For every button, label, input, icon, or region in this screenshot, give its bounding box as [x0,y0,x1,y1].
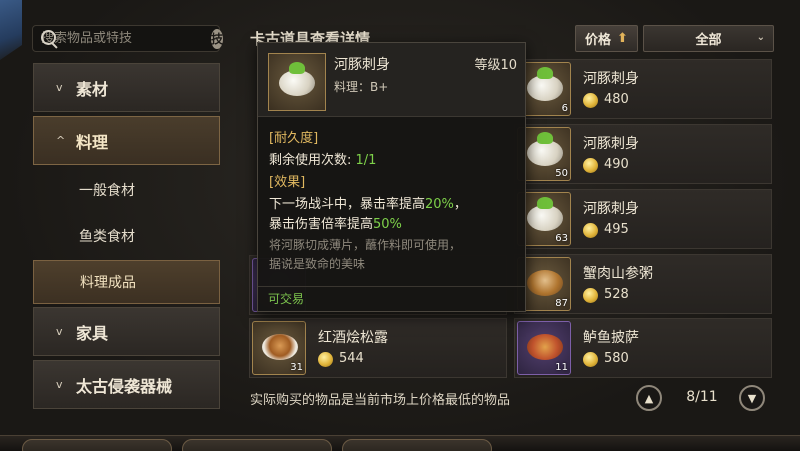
pufferfish-sashimi-icon [527,132,563,166]
tooltip-item-name: 河豚刺身 [334,57,390,73]
pufferfish-sashimi-icon [527,67,563,101]
item-quantity: 6 [561,103,568,114]
description-line: 据说是致命的美味 [269,257,366,271]
item-tooltip: 河豚刺身 等级10 料理：B+ [耐久度] 剩余使用次数: 1/1 [效果] 下… [257,42,526,312]
filter-value: 全部 [695,33,722,48]
item-card[interactable]: 11 鲈鱼披萨 580 [514,318,772,378]
tradable-status: 可交易 [258,286,525,311]
effect-text: 暴击伤害倍率提高 [269,217,374,232]
gold-coin-icon [583,158,598,173]
filter-dropdown[interactable]: 全部 ⌄ [643,25,774,52]
chevron-down-icon: ▼ [747,391,757,405]
prev-page-button[interactable]: ▲ [636,385,662,411]
subcategory-label: 料理成品 [80,275,136,291]
item-name: 红酒烩松露 [318,330,388,346]
search-input[interactable] [37,31,211,46]
item-icon: 11 [517,321,571,375]
category-materials[interactable]: v 素材 [33,63,220,112]
category-label: 家具 [76,323,109,343]
item-price: 495 [604,222,629,237]
item-card[interactable]: 50 河豚刺身 490 [514,124,772,184]
pufferfish-sashimi-icon [279,62,315,96]
bottom-tab[interactable] [182,439,332,451]
item-price: 528 [604,287,629,302]
truffle-dish-icon [262,334,298,360]
item-name: 河豚刺身 [583,136,639,152]
chevron-down-icon: ⌄ [756,32,765,43]
category-label: 素材 [76,79,109,99]
item-card[interactable]: 6 河豚刺身 480 [514,59,772,119]
market-note: 实际购买的物品是当前市场上价格最低的物品 [250,393,511,408]
gold-coin-icon [583,288,598,303]
chevron-up-icon: ▲ [644,391,654,405]
uses-remaining: 剩余使用次数: 1/1 [269,149,376,168]
item-quantity: 50 [555,168,568,179]
item-price: 544 [339,351,364,366]
item-quantity: 31 [290,362,303,373]
gold-coin-icon [583,93,598,108]
item-quantity: 87 [555,298,568,309]
chevron-down-icon: v [56,81,63,94]
effect-value: 20% [425,197,454,212]
item-icon [268,53,326,111]
pufferfish-sashimi-icon [527,197,563,231]
next-page-button[interactable]: ▼ [739,385,765,411]
effect-value: 50% [373,217,402,232]
category-ancient-siege-machines[interactable]: v 太古侵袭器械 [33,360,220,409]
effect-line-crit-damage: 暴击伤害倍率提高50% [269,213,402,232]
item-quantity: 63 [555,233,568,244]
effect-header: [效果] [269,175,306,190]
category-label: 太古侵袭器械 [76,376,173,396]
uses-label: 剩余使用次数: [269,153,356,168]
pizza-icon [527,334,563,360]
skill-search-toggle[interactable]: 技 [211,28,224,49]
effect-text: ， [453,197,467,212]
sort-by-price-button[interactable]: 价格 ⬆ [575,25,638,52]
subcategory-finished-dishes[interactable]: 料理成品 [33,260,220,304]
gold-coin-icon [583,223,598,238]
tooltip-item-level: 等级10 [474,58,517,73]
chevron-up-icon: ^ [56,134,66,147]
gold-coin-icon [318,352,333,367]
page-indicator: 8/11 [686,389,718,405]
category-label: 料理 [76,132,109,152]
item-icon: 31 [252,321,306,375]
bottom-tab[interactable] [342,439,492,451]
item-description: 将河豚切成薄片，蘸作料即可使用， 据说是致命的美味 [269,236,519,274]
gold-coin-icon [583,352,598,367]
uses-value: 1/1 [355,153,377,168]
effect-text: 下一场战斗中，暴击率提高 [269,197,426,212]
item-name: 蟹肉山参粥 [583,266,653,282]
crab-porridge-icon [527,270,563,296]
category-cooking[interactable]: ^ 料理 [33,116,220,165]
item-quantity: 11 [555,362,568,373]
effect-line-crit-rate: 下一场战斗中，暴击率提高20%， [269,193,467,212]
sort-ascending-icon: ⬆ [617,31,628,46]
item-price: 580 [604,351,629,366]
category-furniture[interactable]: v 家具 [33,307,220,356]
item-price: 480 [604,92,629,107]
subcategory-general-ingredients[interactable]: 一般食材 [33,168,220,212]
chevron-down-icon: v [56,378,63,391]
item-name: 河豚刺身 [583,201,639,217]
durability-header: [耐久度] [269,131,319,146]
item-card[interactable]: 31 红酒烩松露 544 [249,318,507,378]
tooltip-header: 河豚刺身 等级10 料理：B+ [258,43,525,117]
description-line: 将河豚切成薄片，蘸作料即可使用， [269,238,462,252]
bottom-tab-bar [0,435,800,451]
tooltip-item-grade: 料理：B+ [334,80,389,94]
sort-label: 价格 [585,33,612,48]
subcategory-label: 鱼类食材 [79,229,135,245]
item-name: 鲈鱼披萨 [583,330,639,346]
item-price: 490 [604,157,629,172]
bottom-tab[interactable] [22,439,172,451]
search-bar[interactable]: 技 [32,25,224,52]
item-card[interactable]: 63 河豚刺身 495 [514,189,772,249]
item-name: 河豚刺身 [583,71,639,87]
item-card[interactable]: 87 蟹肉山参粥 528 [514,254,772,314]
chevron-down-icon: v [56,325,63,338]
subcategory-fish-ingredients[interactable]: 鱼类食材 [33,214,220,258]
subcategory-label: 一般食材 [79,183,135,199]
